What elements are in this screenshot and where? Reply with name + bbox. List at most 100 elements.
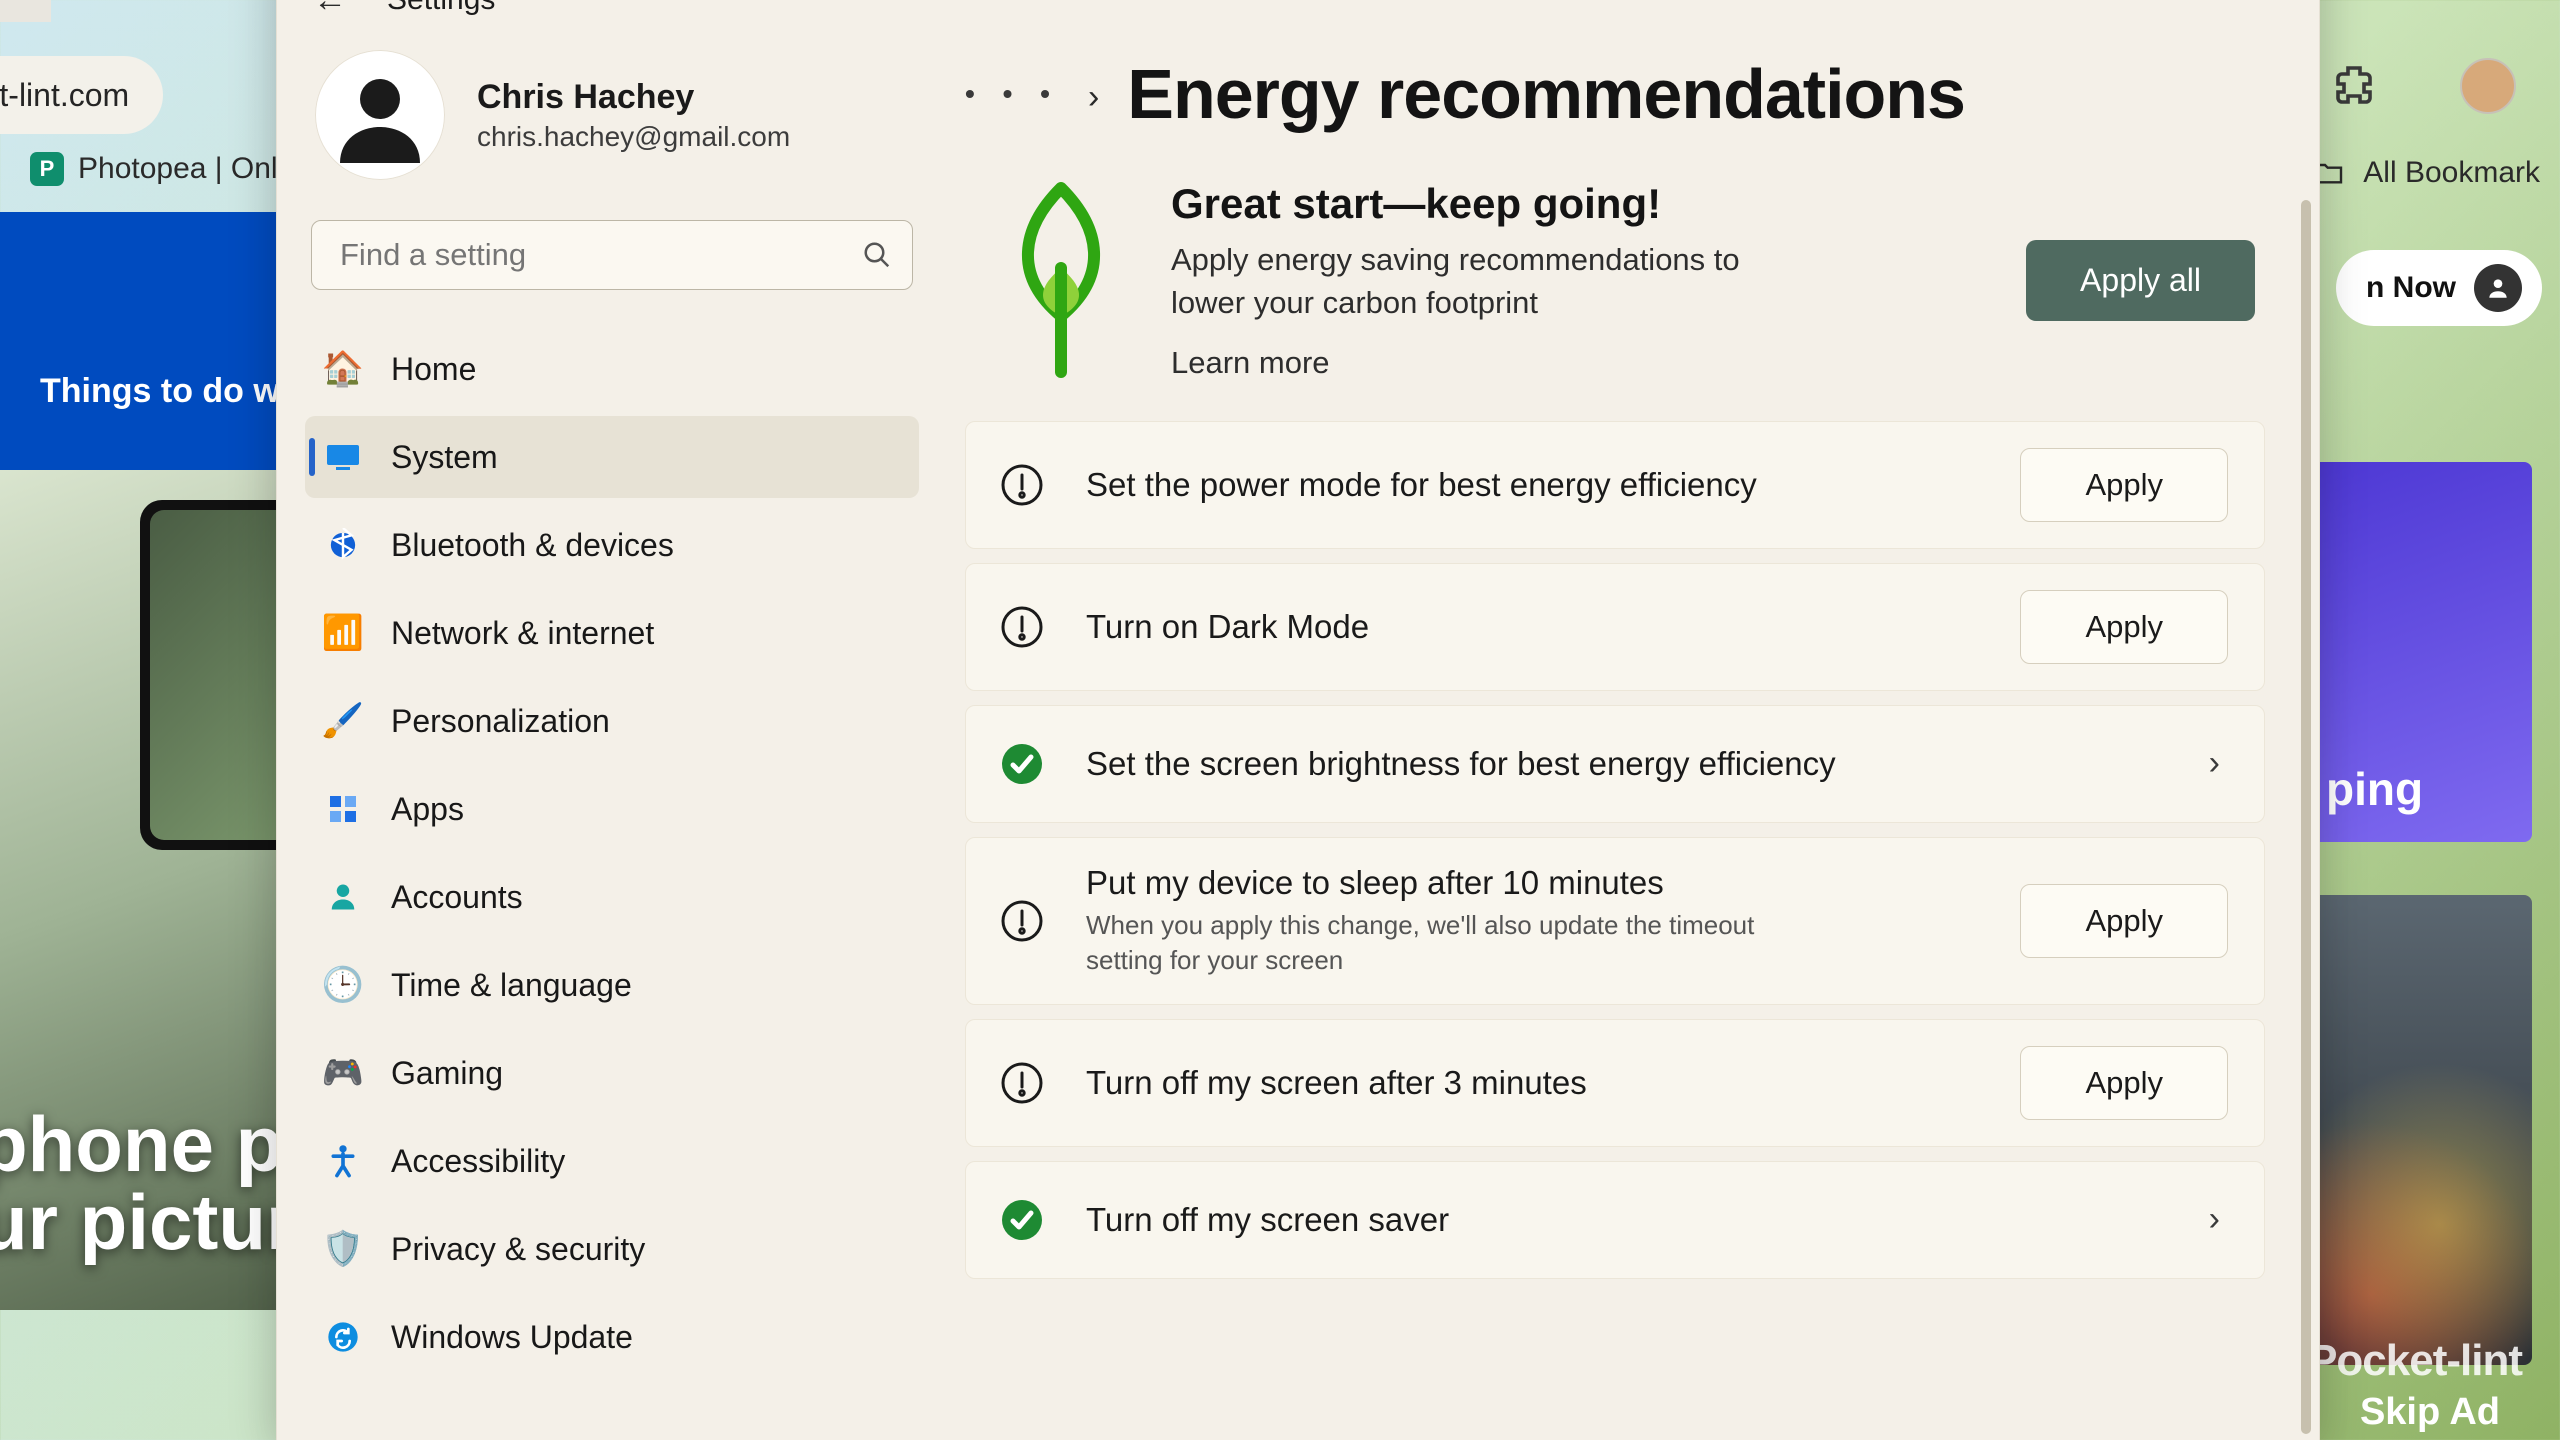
breadcrumb-ellipsis[interactable]: • • • bbox=[965, 78, 1060, 110]
privacy-icon: 🛡️ bbox=[325, 1231, 361, 1267]
sidebar-item-label: Personalization bbox=[391, 703, 610, 740]
sidebar-item-label: Time & language bbox=[391, 967, 632, 1004]
join-now-pill[interactable]: n Now bbox=[2336, 250, 2542, 326]
promo-heading: Great start—keep going! bbox=[1171, 180, 1761, 228]
accounts-icon bbox=[325, 879, 361, 915]
search-icon bbox=[862, 240, 892, 270]
recommendation-row: Put my device to sleep after 10 minutes W… bbox=[965, 837, 2265, 1005]
update-icon bbox=[325, 1319, 361, 1355]
sidebar-item-label: Accounts bbox=[391, 879, 523, 916]
sidebar-item-label: Gaming bbox=[391, 1055, 503, 1092]
home-icon: 🏠 bbox=[325, 351, 361, 387]
window-title: Settings bbox=[387, 0, 495, 17]
bookmark-photopea[interactable]: P Photopea | Onli bbox=[30, 152, 284, 186]
info-icon bbox=[1000, 605, 1044, 649]
scrollbar[interactable] bbox=[2301, 200, 2311, 1434]
address-bar-fragment[interactable]: pocket-lint.com bbox=[0, 56, 163, 134]
sidebar-item-network[interactable]: 📶 Network & internet bbox=[305, 592, 919, 674]
user-email: chris.hachey@gmail.com bbox=[477, 121, 790, 153]
recommendation-title: Turn on Dark Mode bbox=[1086, 608, 1978, 646]
photopea-favicon: P bbox=[30, 152, 64, 186]
time-icon: 🕒 bbox=[325, 967, 361, 1003]
search-box[interactable] bbox=[311, 220, 913, 290]
sidebar-item-home[interactable]: 🏠 Home bbox=[305, 328, 919, 410]
info-icon bbox=[1000, 463, 1044, 507]
apply-all-button[interactable]: Apply all bbox=[2026, 240, 2255, 321]
sidebar-item-label: Accessibility bbox=[391, 1143, 565, 1180]
new-tab-button[interactable]: + bbox=[0, 0, 51, 22]
apply-button[interactable]: Apply bbox=[2020, 590, 2228, 664]
chevron-right-icon[interactable]: › bbox=[2201, 1200, 2228, 1239]
page-title: Energy recommendations bbox=[1127, 54, 1965, 134]
recommendation-row[interactable]: Set the screen brightness for best energ… bbox=[965, 705, 2265, 823]
check-icon bbox=[1000, 1198, 1044, 1242]
recommendation-row[interactable]: Turn off my screen saver › bbox=[965, 1161, 2265, 1279]
breadcrumb: • • • › Energy recommendations bbox=[965, 54, 2265, 134]
sidebar-item-bluetooth[interactable]: Bluetooth & devices bbox=[305, 504, 919, 586]
info-icon bbox=[1000, 1061, 1044, 1105]
bookmark-label: Photopea | Onli bbox=[78, 152, 284, 186]
browser-tab-strip: get, an × + bbox=[0, 0, 51, 22]
content-pane: • • • › Energy recommendations Great sta… bbox=[949, 20, 2319, 1440]
gaming-icon: 🎮 bbox=[325, 1055, 361, 1091]
sidebar-item-accessibility[interactable]: Accessibility bbox=[305, 1120, 919, 1202]
personalization-icon: 🖌️ bbox=[325, 703, 361, 739]
sidebar-item-gaming[interactable]: 🎮 Gaming bbox=[305, 1032, 919, 1114]
recommendation-row: Set the power mode for best energy effic… bbox=[965, 421, 2265, 549]
recommendation-row: Turn on Dark Mode Apply bbox=[965, 563, 2265, 691]
pill-label: n Now bbox=[2366, 271, 2456, 305]
chevron-right-icon: › bbox=[1088, 72, 1099, 117]
apps-icon bbox=[325, 791, 361, 827]
apply-button[interactable]: Apply bbox=[2020, 448, 2228, 522]
recommendation-title: Set the power mode for best energy effic… bbox=[1086, 466, 1978, 504]
nav: 🏠 Home System Bluetooth & devices 📶 Network &… bbox=[305, 328, 919, 1378]
sidebar-item-time[interactable]: 🕒 Time & language bbox=[305, 944, 919, 1026]
user-icon bbox=[2474, 264, 2522, 312]
accessibility-icon bbox=[325, 1143, 361, 1179]
sidebar-item-personalization[interactable]: 🖌️ Personalization bbox=[305, 680, 919, 762]
sidebar-item-label: System bbox=[391, 439, 498, 476]
back-button[interactable]: ← bbox=[313, 0, 347, 20]
thumb-caption: ping bbox=[2326, 762, 2423, 816]
sidebar-item-label: Windows Update bbox=[391, 1319, 633, 1356]
promo-banner: Great start—keep going! Apply energy sav… bbox=[965, 154, 2265, 417]
bookmark-label: All Bookmark bbox=[2363, 156, 2540, 190]
recommendation-list: Set the power mode for best energy effic… bbox=[965, 421, 2265, 1279]
info-icon bbox=[1000, 899, 1044, 943]
sidebar-thumb-b[interactable] bbox=[2302, 895, 2532, 1365]
sidebar-item-label: Apps bbox=[391, 791, 464, 828]
watermark: Pocket-lint bbox=[2308, 1336, 2522, 1386]
sidebar-item-privacy[interactable]: 🛡️ Privacy & security bbox=[305, 1208, 919, 1290]
sidebar-item-update[interactable]: Windows Update bbox=[305, 1296, 919, 1378]
sidebar-item-label: Network & internet bbox=[391, 615, 654, 652]
system-icon bbox=[325, 439, 361, 475]
bookmark-all[interactable]: All Bookmark bbox=[2313, 156, 2540, 190]
skip-ad-button[interactable]: Skip Ad bbox=[2360, 1391, 2500, 1434]
settings-window: ← Settings Chris Hachey chris.hachey@gma… bbox=[276, 0, 2320, 1440]
profile-block[interactable]: Chris Hachey chris.hachey@gmail.com bbox=[305, 40, 919, 214]
leaf-icon bbox=[1001, 180, 1121, 380]
sidebar-item-accounts[interactable]: Accounts bbox=[305, 856, 919, 938]
recommendation-title: Put my device to sleep after 10 minutes bbox=[1086, 864, 1978, 902]
bluetooth-icon bbox=[325, 527, 361, 563]
avatar bbox=[315, 50, 445, 180]
extensions-icon[interactable] bbox=[2330, 62, 2378, 110]
search-input[interactable] bbox=[340, 237, 862, 273]
chevron-right-icon[interactable]: › bbox=[2201, 744, 2228, 783]
promo-body: Apply energy saving recommendations to l… bbox=[1171, 238, 1761, 325]
sidebar: Chris Hachey chris.hachey@gmail.com 🏠 Hom… bbox=[277, 20, 949, 1440]
sidebar-item-apps[interactable]: Apps bbox=[305, 768, 919, 850]
chrome-profile-avatar[interactable] bbox=[2460, 58, 2516, 114]
sidebar-item-label: Privacy & security bbox=[391, 1231, 645, 1268]
apply-button[interactable]: Apply bbox=[2020, 884, 2228, 958]
sidebar-item-system[interactable]: System bbox=[305, 416, 919, 498]
sidebar-thumb-a[interactable]: ping bbox=[2302, 462, 2532, 842]
recommendation-title: Turn off my screen saver bbox=[1086, 1201, 2159, 1239]
learn-more-link[interactable]: Learn more bbox=[1171, 345, 1330, 381]
sidebar-item-label: Home bbox=[391, 351, 476, 388]
sidebar-item-label: Bluetooth & devices bbox=[391, 527, 674, 564]
network-icon: 📶 bbox=[325, 615, 361, 651]
recommendation-title: Set the screen brightness for best energ… bbox=[1086, 745, 2159, 783]
apply-button[interactable]: Apply bbox=[2020, 1046, 2228, 1120]
recommendation-subtitle: When you apply this change, we'll also u… bbox=[1086, 908, 1806, 978]
